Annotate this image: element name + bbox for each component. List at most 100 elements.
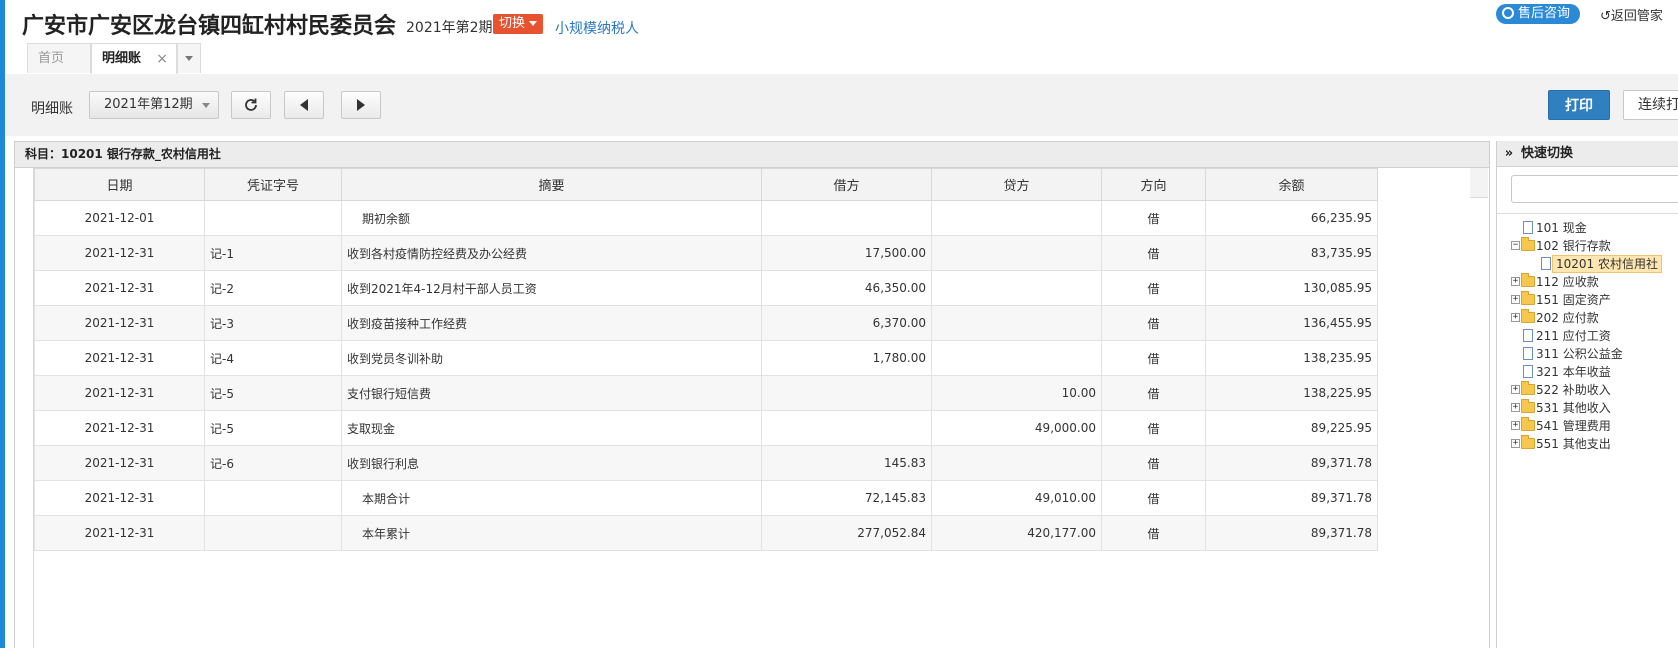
tree-node-321[interactable]: 321 本年收益 (1497, 363, 1678, 381)
expand-node-icon[interactable]: + (1511, 295, 1520, 304)
tree-node-211[interactable]: 211 应付工资 (1497, 327, 1678, 345)
tree-node-202[interactable]: +202 应付款 (1497, 309, 1678, 327)
expand-node-icon[interactable]: + (1511, 421, 1520, 430)
tree-node-label: 311 公积公益金 (1536, 347, 1623, 361)
folder-icon (1521, 291, 1535, 305)
tree-node-102[interactable]: − 102 银行存款 (1497, 237, 1678, 255)
file-icon (1523, 221, 1533, 234)
cell-summary: 支取现金 (341, 410, 762, 446)
tree-node-541[interactable]: +541 管理费用 (1497, 417, 1678, 435)
cell-voucher[interactable]: 记-3 (204, 305, 342, 341)
expand-node-icon[interactable]: + (1511, 313, 1520, 322)
cell-credit (931, 235, 1102, 271)
table-row: 2021-12-31 记-4 收到党员冬训补助 1,780.00 借 138,2… (34, 340, 1378, 376)
cell-credit: 49,010.00 (931, 480, 1102, 516)
collapse-panel-icon[interactable]: » (1497, 141, 1521, 166)
arrow-right-icon (357, 99, 365, 111)
tree-node-101[interactable]: 101 现金 (1497, 219, 1678, 237)
tree-node-label: 151 固定资产 (1536, 293, 1611, 307)
tree-node-151[interactable]: +151 固定资产 (1497, 291, 1678, 309)
expand-node-icon[interactable]: + (1511, 277, 1520, 286)
print-button[interactable]: 打印 (1548, 90, 1610, 120)
quick-switch-title: 快速切换 (1521, 146, 1574, 161)
cell-credit (931, 305, 1102, 341)
expand-node-icon[interactable]: + (1511, 385, 1520, 394)
cell-credit (931, 445, 1102, 481)
current-period: 2021年第2期 (406, 20, 493, 36)
tab-home[interactable]: 首页 (27, 43, 91, 73)
cell-voucher[interactable]: 记-5 (204, 375, 342, 411)
cell-credit (931, 340, 1102, 376)
cell-debit: 17,500.00 (761, 235, 932, 271)
cell-date: 2021-12-31 (34, 445, 205, 481)
cell-debit (761, 200, 932, 236)
expand-node-icon[interactable]: + (1511, 403, 1520, 412)
switch-period-button[interactable]: 切换 (493, 14, 544, 34)
tree-node-10201[interactable]: 10201 农村信用社 (1497, 255, 1678, 273)
cell-voucher[interactable] (204, 200, 342, 236)
period-select[interactable]: 2021年第12期 (89, 91, 219, 119)
column-header-credit: 贷方 (931, 168, 1102, 201)
previous-period-button[interactable] (284, 91, 324, 119)
refresh-button[interactable] (231, 91, 271, 119)
refresh-icon (245, 98, 257, 111)
cell-voucher[interactable]: 记-2 (204, 270, 342, 306)
ledger-table-wrap: 日期 凭证字号 摘要 借方 贷方 方向 余额 2021-12-01 期初余额 借 (33, 168, 1488, 648)
cell-credit (931, 200, 1102, 236)
tree-node-551[interactable]: +551 其他支出 (1497, 435, 1678, 453)
table-row: 2021-12-01 期初余额 借 66,235.95 (34, 200, 1378, 236)
cell-voucher[interactable]: 记-6 (204, 445, 342, 481)
tree-node-522[interactable]: +522 补助收入 (1497, 381, 1678, 399)
cell-summary: 本年累计 (341, 515, 762, 551)
cell-debit: 72,145.83 (761, 480, 932, 516)
switch-label: 切换 (499, 16, 526, 31)
ledger-panel: 科目：10201 银行存款_农村信用社 日期 凭证字号 摘要 借方 贷方 方向 … (14, 141, 1490, 648)
cell-balance: 138,235.95 (1205, 340, 1378, 376)
cell-debit: 277,052.84 (761, 515, 932, 551)
cell-summary: 本期合计 (341, 480, 762, 516)
tab-label: 明细账 (102, 51, 142, 66)
tree-node-112[interactable]: +112 应收款 (1497, 273, 1678, 291)
cell-voucher[interactable]: 记-1 (204, 235, 342, 271)
cell-voucher[interactable]: 记-5 (204, 410, 342, 446)
tab-detail-ledger[interactable]: 明细账 × (91, 43, 177, 74)
cell-voucher[interactable]: 记-4 (204, 340, 342, 376)
tree-node-label: 101 现金 (1536, 221, 1587, 235)
folder-icon (1521, 399, 1535, 413)
tree-node-531[interactable]: +531 其他收入 (1497, 399, 1678, 417)
cell-date: 2021-12-31 (34, 235, 205, 271)
column-header-date: 日期 (34, 168, 205, 201)
back-to-manager-link[interactable]: ↺返回管家 (1600, 5, 1663, 24)
tree-node-311[interactable]: 311 公积公益金 (1497, 345, 1678, 363)
folder-icon (1521, 309, 1535, 323)
quick-search-input[interactable] (1511, 175, 1678, 203)
taxpayer-type-link[interactable]: 小规模纳税人 (555, 18, 639, 38)
expand-node-icon[interactable]: + (1511, 439, 1520, 448)
tree-node-label: 211 应付工资 (1536, 329, 1611, 343)
close-icon[interactable]: × (156, 44, 168, 74)
cell-date: 2021-12-31 (34, 375, 205, 411)
app-header: 广安市广安区龙台镇四缸村村民委员会 2021年第2期 切换 小规模纳税人 售后咨… (5, 0, 1678, 75)
tab-more-dropdown[interactable] (177, 43, 201, 73)
chevron-down-icon (185, 56, 193, 61)
cell-debit: 46,350.00 (761, 270, 932, 306)
after-sale-button[interactable]: 售后咨询 (1496, 4, 1581, 24)
tree-node-label: 321 本年收益 (1536, 365, 1611, 379)
tree-node-label: 10201 农村信用社 (1552, 255, 1662, 273)
continuous-print-button[interactable]: 连续打印 (1623, 90, 1678, 120)
cell-balance: 138,225.95 (1205, 375, 1378, 411)
divider (1497, 213, 1678, 214)
cell-date: 2021-12-31 (34, 410, 205, 446)
table-row: 2021-12-31 记-1 收到各村疫情防控经费及办公经费 17,500.00… (34, 235, 1378, 271)
cell-balance: 89,371.78 (1205, 445, 1378, 481)
chevron-down-icon (202, 103, 210, 108)
column-header-debit: 借方 (761, 168, 932, 201)
cell-credit: 49,000.00 (931, 410, 1102, 446)
cell-direction: 借 (1101, 515, 1206, 551)
cell-credit (931, 270, 1102, 306)
next-period-button[interactable] (341, 91, 381, 119)
collapse-node-icon[interactable]: − (1511, 241, 1520, 250)
cell-direction: 借 (1101, 480, 1206, 516)
folder-icon (1521, 435, 1535, 449)
cell-balance: 89,371.78 (1205, 480, 1378, 516)
